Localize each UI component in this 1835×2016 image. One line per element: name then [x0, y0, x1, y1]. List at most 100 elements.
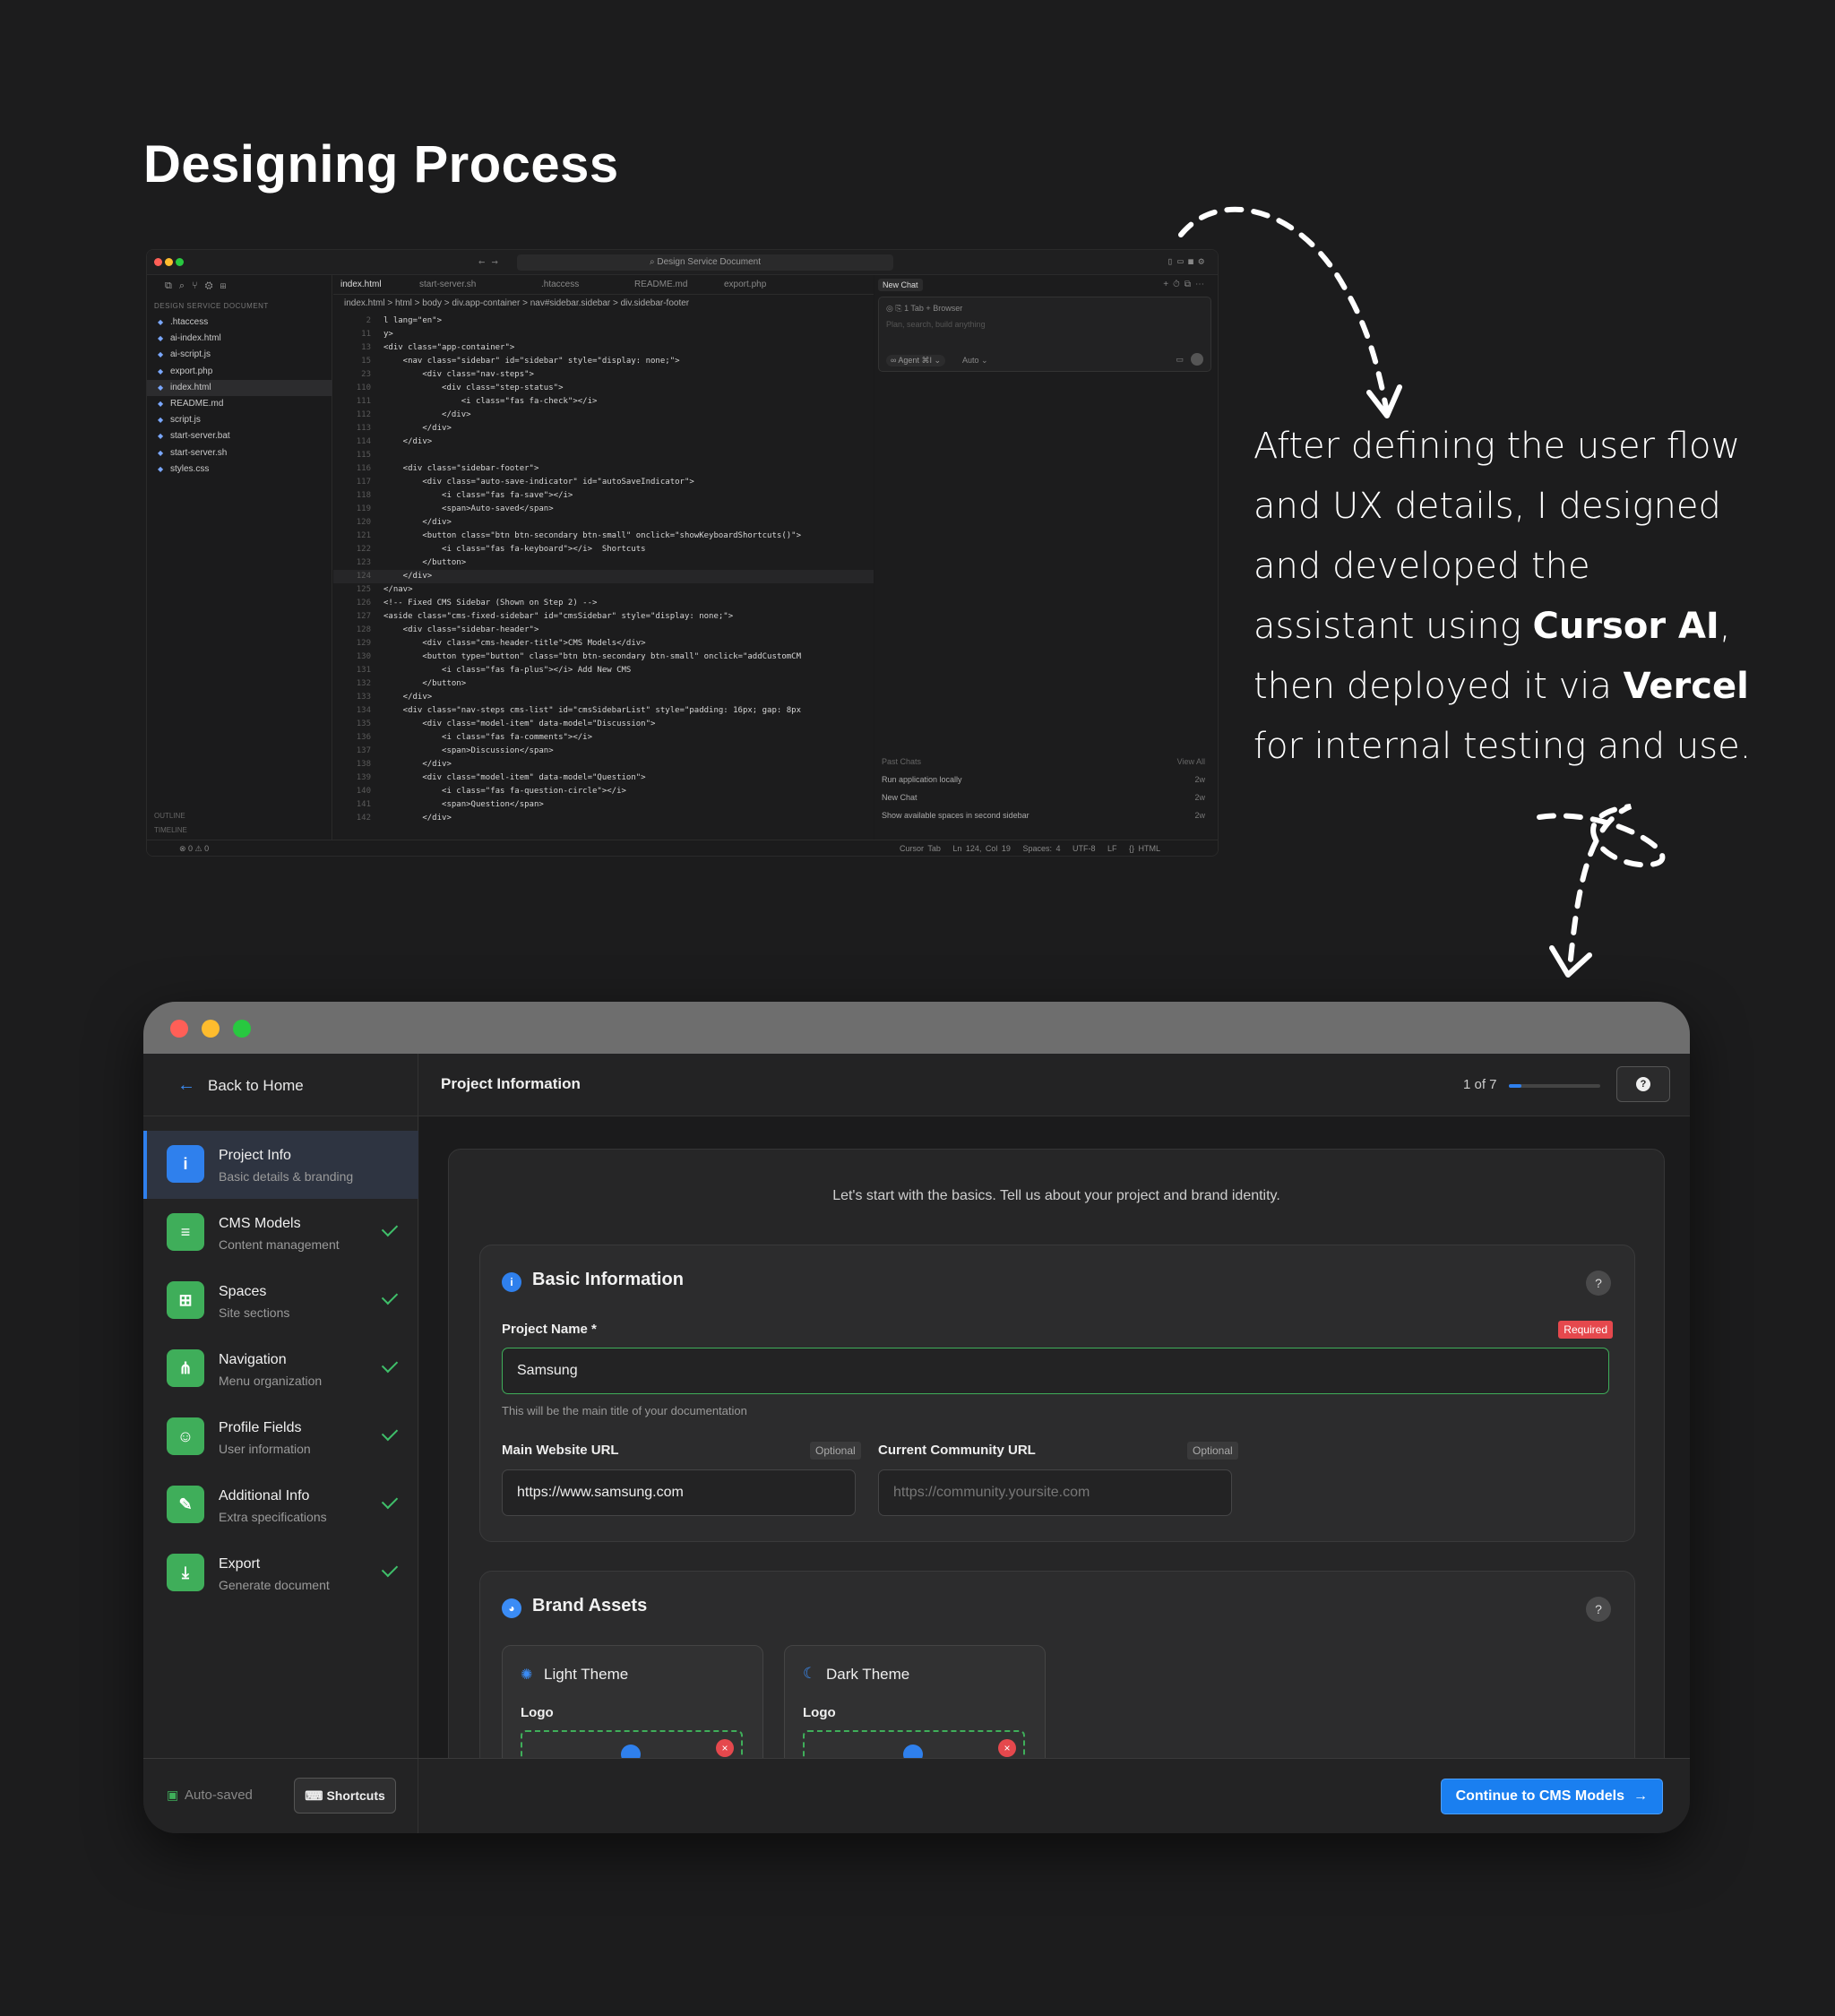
chat-history-item[interactable]: Run application locally 2w — [882, 775, 1205, 784]
file-item[interactable]: ◆ start-server.sh — [147, 445, 332, 461]
command-search[interactable]: ⌕ Design Service Document — [517, 254, 893, 271]
eol-status[interactable]: LF — [1107, 844, 1117, 853]
file-item[interactable]: ◆ styles.css — [147, 461, 332, 478]
problems-count[interactable]: ⊗ 0 ⚠ 0 — [179, 844, 209, 854]
check-icon — [381, 1356, 399, 1374]
file-type-icon: ◆ — [158, 318, 164, 326]
community-url-input[interactable]: https://community.yoursite.com — [878, 1469, 1232, 1516]
file-type-icon: ◆ — [158, 432, 164, 441]
nav-arrows-icon[interactable]: ← → — [478, 255, 498, 268]
agent-selector[interactable]: ∞ Agent ⌘I ⌄ — [886, 355, 946, 366]
file-item[interactable]: ◆ export.php — [147, 364, 332, 380]
status-right: Cursor Tab Ln 124, Col 19 Spaces: 4 UTF-… — [900, 844, 1160, 853]
main-url-input[interactable]: https://www.samsung.com — [502, 1469, 856, 1516]
step-item-project-info[interactable]: i Project Info Basic details & branding — [143, 1131, 418, 1199]
help-icon[interactable]: ? — [1586, 1271, 1611, 1296]
step-item-spaces[interactable]: ⊞ Spaces Site sections — [143, 1267, 418, 1335]
file-item[interactable]: ◆ index.html — [147, 379, 332, 396]
shortcuts-button[interactable]: ⌨ Shortcuts — [294, 1778, 396, 1814]
editor-tab[interactable]: start-server.sh — [419, 275, 476, 295]
close-dot[interactable] — [154, 258, 162, 266]
file-item[interactable]: ◆ script.js — [147, 412, 332, 428]
maximize-dot[interactable] — [176, 258, 184, 266]
main-url-label: Main Website URL — [502, 1443, 619, 1458]
editor-tab[interactable]: index.html — [340, 275, 382, 295]
chat-tab[interactable]: New Chat — [878, 279, 923, 291]
file-item[interactable]: ◆ README.md — [147, 396, 332, 412]
step-item-export[interactable]: ⤓ Export Generate document — [143, 1539, 418, 1607]
continue-button[interactable]: Continue to CMS Models → — [1440, 1779, 1663, 1814]
minimize-dot[interactable] — [165, 258, 173, 266]
chat-history-item[interactable]: Show available spaces in second sidebar 2… — [882, 811, 1205, 820]
past-chats-label[interactable]: Past Chats — [882, 757, 921, 766]
step-title: Project Info — [219, 1148, 291, 1163]
help-button[interactable]: ? — [1616, 1066, 1670, 1102]
editor-tab[interactable]: README.md — [634, 275, 687, 295]
context-chip[interactable]: ◎ ⎘ 1 Tab + Browser — [886, 304, 962, 314]
remove-icon[interactable]: × — [998, 1739, 1016, 1757]
cursor-tab-status[interactable]: Cursor Tab — [900, 844, 941, 853]
line-number: 112 — [356, 410, 371, 419]
code-line: <nav class="sidebar" id="sidebar" style=… — [383, 357, 680, 366]
maximize-dot[interactable] — [233, 1020, 251, 1038]
editor-tab[interactable]: export.php — [724, 275, 766, 295]
ide-titlebar: ← → ⌕ Design Service Document ▯▭◼⚙ — [147, 250, 1218, 275]
chat-history-title: New Chat — [882, 793, 918, 802]
required-badge: Required — [1558, 1321, 1613, 1339]
line-number: 125 — [356, 585, 371, 594]
code-line: <div class="model-item" data-model="Ques… — [383, 773, 646, 782]
editor-tab[interactable]: .htaccess — [541, 275, 579, 295]
code-line: <div class="sidebar-header"> — [383, 625, 539, 634]
status-bar: ⊗ 0 ⚠ 0 Cursor Tab Ln 124, Col 19 Spaces… — [147, 840, 1218, 856]
community-url-label: Current Community URL — [878, 1443, 1036, 1458]
autosaved-label: Auto-saved — [185, 1788, 253, 1803]
outline-header[interactable]: OUTLINE — [154, 812, 185, 820]
cursor-position[interactable]: Ln 124, Col 19 — [952, 844, 1011, 853]
language-status[interactable]: {} HTML — [1129, 844, 1160, 853]
logo-dropzone[interactable]: × — [803, 1730, 1025, 1758]
header-title: Project Information — [441, 1075, 581, 1092]
arrow-bottom-path — [1537, 804, 1666, 970]
line-number: 119 — [356, 504, 371, 513]
remove-icon[interactable]: × — [716, 1739, 734, 1757]
step-item-profile-fields[interactable]: ☺ Profile Fields User information — [143, 1403, 418, 1471]
upload-icon[interactable] — [621, 1745, 641, 1758]
context-tab-label: 1 Tab — [904, 304, 924, 313]
file-item[interactable]: ◆ start-server.bat — [147, 428, 332, 444]
line-number: 110 — [356, 383, 371, 392]
code-line: <span>Question</span> — [383, 800, 544, 809]
step-item-additional-info[interactable]: ✎ Additional Info Extra specifications — [143, 1471, 418, 1539]
chat-history-item[interactable]: New Chat 2w — [882, 793, 1205, 802]
back-to-home-link[interactable]: ← Back to Home — [177, 1075, 304, 1096]
file-type-icon: ◆ — [158, 383, 164, 392]
activity-icons[interactable]: ⧉⌕⑂⚙⊞ — [165, 280, 234, 292]
process-description: After defining the user flow and UX deta… — [1253, 417, 1755, 777]
logo-dropzone[interactable]: × — [521, 1730, 743, 1758]
step-item-cms-models[interactable]: ≡ CMS Models Content management — [143, 1199, 418, 1267]
step-subtitle: Menu organization — [219, 1374, 323, 1388]
edit-icon-glyph: ✎ — [178, 1495, 193, 1513]
project-name-input[interactable]: Samsung — [502, 1348, 1609, 1394]
indent-status[interactable]: Spaces: 4 — [1022, 844, 1060, 853]
chat-input-box[interactable]: ◎ ⎘ 1 Tab + Browser Plan, search, build … — [878, 297, 1211, 372]
progress-bar — [1509, 1084, 1600, 1088]
encoding-status[interactable]: UTF-8 — [1073, 844, 1096, 853]
step-item-navigation[interactable]: ⋔ Navigation Menu organization — [143, 1335, 418, 1403]
help-icon[interactable]: ? — [1586, 1597, 1611, 1622]
upload-icon[interactable] — [903, 1745, 923, 1758]
window-titlebar — [143, 1002, 1690, 1054]
file-item[interactable]: ◆ .htaccess — [147, 314, 332, 331]
line-number: 122 — [356, 545, 371, 554]
back-label: Back to Home — [208, 1076, 304, 1094]
model-selector[interactable]: Auto ⌄ — [962, 356, 988, 366]
timeline-header[interactable]: TIMELINE — [154, 826, 187, 834]
sun-icon: ✺ — [521, 1667, 533, 1683]
line-number: 15 — [361, 357, 371, 366]
step-title: Export — [219, 1556, 261, 1572]
check-icon — [381, 1424, 399, 1442]
minimize-dot[interactable] — [202, 1020, 220, 1038]
code-area[interactable]: 2 l lang="en"> 11 y> 13 <div class="app-conta… — [333, 314, 874, 840]
file-item[interactable]: ◆ ai-index.html — [147, 331, 332, 347]
file-item[interactable]: ◆ ai-script.js — [147, 347, 332, 363]
close-dot[interactable] — [170, 1020, 188, 1038]
